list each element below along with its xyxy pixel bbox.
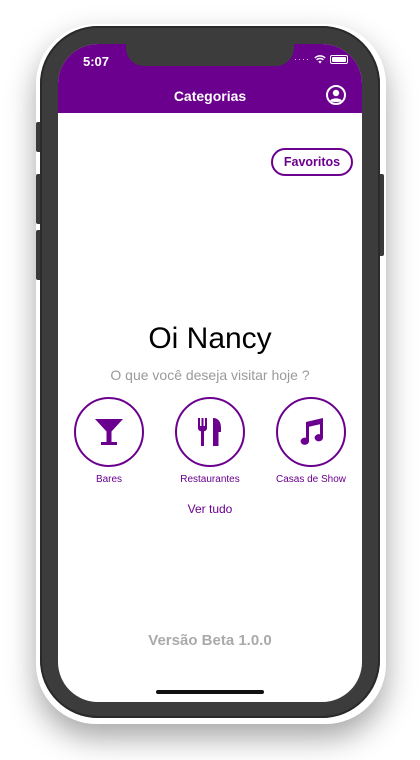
fork-knife-icon [198, 418, 221, 446]
category-label: Casas de Show [275, 474, 347, 485]
device-notch [126, 44, 294, 66]
battery-icon [330, 54, 348, 64]
signal-icon: ···· [294, 54, 310, 64]
cocktail-glass-icon [95, 419, 123, 445]
user-circle-icon[interactable] [326, 85, 346, 105]
app-screen: 5:07 ···· Categorias Favoritos Oi Nancy … [58, 44, 362, 702]
category-bares[interactable]: Bares [64, 397, 154, 485]
version-label: Versão Beta 1.0.0 [148, 632, 272, 649]
category-label: Bares [95, 474, 123, 485]
category-list: Bares Restaurantes Casas de Show [58, 397, 362, 487]
status-time: 5:07 [83, 54, 110, 69]
category-label: Restaurantes [180, 474, 240, 485]
status-icons: ···· [294, 54, 348, 64]
greeting-title: Oi Nancy [148, 322, 272, 355]
navigation-bar: 5:07 ···· Categorias [58, 44, 362, 113]
category-icon-circle [74, 397, 144, 467]
category-casas-de-show[interactable]: Casas de Show [266, 397, 356, 485]
home-indicator[interactable] [156, 690, 264, 694]
greeting-subtitle: O que você deseja visitar hoje ? [110, 367, 310, 383]
page-title: Categorias [173, 88, 247, 104]
category-icon-circle [276, 397, 346, 467]
category-restaurantes[interactable]: Restaurantes [165, 397, 255, 485]
category-icon-circle [175, 397, 245, 467]
favorites-button[interactable]: Favoritos [271, 148, 353, 176]
see-all-link[interactable]: Ver tudo [58, 502, 362, 516]
wifi-icon [314, 54, 326, 63]
music-note-icon [300, 418, 324, 445]
